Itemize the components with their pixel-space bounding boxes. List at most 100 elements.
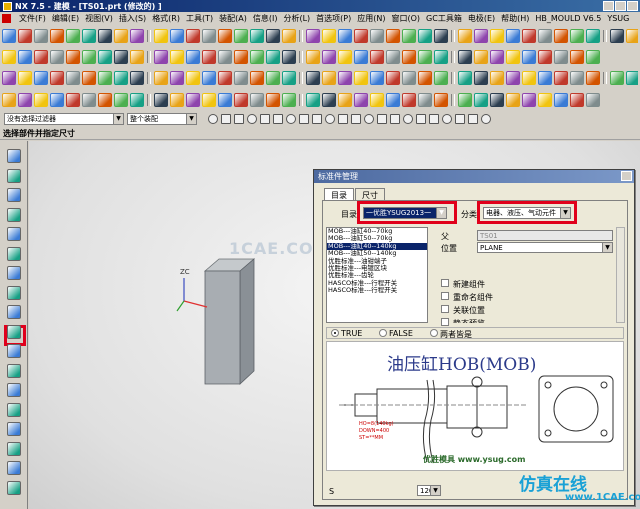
toolbar-tool-icon[interactable] (338, 93, 352, 107)
toolbar-tool-icon[interactable] (82, 29, 96, 43)
toolbar-tool-icon[interactable] (170, 50, 184, 64)
toolbar-tool-icon[interactable] (250, 71, 264, 85)
toolbar-tool-icon[interactable] (130, 50, 144, 64)
menu-format[interactable]: 格式(R) (152, 13, 180, 24)
toolbar-tool-icon[interactable] (386, 29, 400, 43)
toolbar-tool-icon[interactable] (306, 93, 320, 107)
toolbar-tool-icon[interactable] (202, 71, 216, 85)
toolbar-tool-icon[interactable] (490, 71, 504, 85)
toolbar-tool-icon[interactable] (2, 50, 16, 64)
toolbar-tool-icon[interactable] (114, 93, 128, 107)
snap-point-icon[interactable] (481, 114, 491, 124)
resource-bar-icon[interactable] (7, 188, 21, 202)
toolbar-tool-icon[interactable] (34, 71, 48, 85)
toolbar-tool-icon[interactable] (154, 93, 168, 107)
toolbar-tool-icon[interactable] (114, 50, 128, 64)
snap-point-icon[interactable] (247, 114, 257, 124)
snap-point-icon[interactable] (455, 114, 465, 124)
toolbar-tool-icon[interactable] (586, 71, 600, 85)
close-button[interactable] (627, 1, 638, 11)
app-menu-icon[interactable] (2, 14, 11, 23)
toolbar-tool-icon[interactable] (82, 50, 96, 64)
toolbar-tool-icon[interactable] (50, 29, 64, 43)
selection-scope-dropdown[interactable]: 整个装配 ▼ (127, 113, 197, 125)
toolbar-tool-icon[interactable] (474, 71, 488, 85)
toolbar-tool-icon[interactable] (434, 50, 448, 64)
toolbar-tool-icon[interactable] (34, 93, 48, 107)
toolbar-tool-icon[interactable] (418, 29, 432, 43)
resource-bar-icon[interactable] (7, 207, 21, 222)
resource-bar-icon[interactable] (7, 402, 21, 417)
toolbar-tool-icon[interactable] (82, 93, 96, 107)
toolbar-tool-icon[interactable] (570, 71, 584, 85)
toolbar-tool-icon[interactable] (402, 93, 416, 107)
resource-bar-icon[interactable] (7, 480, 21, 495)
toolbar-tool-icon[interactable] (554, 93, 568, 107)
toolbar-tool-icon[interactable] (266, 71, 280, 85)
toolbar-tool-icon[interactable] (50, 50, 64, 64)
toolbar-tool-icon[interactable] (186, 71, 200, 85)
toolbar-tool-icon[interactable] (490, 29, 504, 43)
toolbar-tool-icon[interactable] (218, 93, 232, 107)
position-dropdown[interactable]: PLANE ▼ (477, 242, 613, 253)
toolbar-tool-icon[interactable] (218, 71, 232, 85)
toolbar-tool-icon[interactable] (322, 29, 336, 43)
snap-point-icon[interactable] (286, 114, 296, 124)
toolbar-tool-icon[interactable] (586, 50, 600, 64)
toolbar-tool-icon[interactable] (202, 50, 216, 64)
resource-bar-icon[interactable] (7, 363, 21, 378)
radio-true[interactable] (331, 329, 339, 337)
toolbar-tool-icon[interactable] (522, 50, 536, 64)
toolbar-tool-icon[interactable] (234, 29, 248, 43)
toolbar-tool-icon[interactable] (338, 71, 352, 85)
toolbar-tool-icon[interactable] (130, 93, 144, 107)
menu-hb-mould[interactable]: HB_MOULD V6.5 (535, 14, 601, 23)
resource-bar-icon[interactable] (7, 227, 21, 241)
toolbar-tool-icon[interactable] (282, 93, 296, 107)
toolbar-tool-icon[interactable] (538, 93, 552, 107)
toolbar-tool-icon[interactable] (522, 71, 536, 85)
parent-dropdown[interactable]: TS01 (477, 230, 613, 241)
toolbar-tool-icon[interactable] (218, 29, 232, 43)
toolbar-tool-icon[interactable] (114, 71, 128, 85)
toolbar-tool-icon[interactable] (34, 50, 48, 64)
resource-bar-icon[interactable] (7, 168, 21, 183)
snap-point-icon[interactable] (338, 114, 348, 124)
toolbar-tool-icon[interactable] (506, 71, 520, 85)
toolbar-tool-icon[interactable] (50, 93, 64, 107)
toolbar-tool-icon[interactable] (50, 71, 64, 85)
snap-point-icon[interactable] (377, 114, 387, 124)
resource-bar-icon[interactable] (7, 285, 21, 300)
toolbar-tool-icon[interactable] (418, 50, 432, 64)
toolbar-tool-icon[interactable] (522, 29, 536, 43)
toolbar-tool-icon[interactable] (2, 71, 16, 85)
new-component-checkbox[interactable] (441, 279, 449, 287)
toolbar-tool-icon[interactable] (402, 50, 416, 64)
toolbar-tool-icon[interactable] (186, 93, 200, 107)
menu-gc-toolbox[interactable]: GC工具箱 (426, 13, 462, 24)
menu-preferences[interactable]: 首选项(P) (316, 13, 351, 24)
toolbar-tool-icon[interactable] (458, 50, 472, 64)
toolbar-tool-icon[interactable] (418, 93, 432, 107)
parts-list[interactable]: MOB---油缸40--70kg MOB---油缸50--70kg MOB---… (326, 227, 428, 323)
radio-false[interactable] (379, 329, 387, 337)
snap-point-icon[interactable] (442, 114, 452, 124)
toolbar-tool-icon[interactable] (554, 29, 568, 43)
snap-point-icon[interactable] (364, 114, 374, 124)
toolbar-tool-icon[interactable] (522, 93, 536, 107)
toolbar-tool-icon[interactable] (402, 71, 416, 85)
toolbar-tool-icon[interactable] (154, 71, 168, 85)
menu-edit[interactable]: 编辑(E) (52, 13, 79, 24)
toolbar-tool-icon[interactable] (170, 93, 184, 107)
toolbar-tool-icon[interactable] (386, 71, 400, 85)
toolbar-tool-icon[interactable] (474, 93, 488, 107)
toolbar-tool-icon[interactable] (98, 29, 112, 43)
toolbar-tool-icon[interactable] (538, 29, 552, 43)
snap-point-icon[interactable] (312, 114, 322, 124)
toolbar-tool-icon[interactable] (34, 29, 48, 43)
toolbar-tool-icon[interactable] (66, 29, 80, 43)
toolbar-tool-icon[interactable] (506, 50, 520, 64)
menu-analysis[interactable]: 分析(L) (283, 13, 310, 24)
menu-help[interactable]: 帮助(H) (501, 13, 529, 24)
toolbar-tool-icon[interactable] (18, 93, 32, 107)
